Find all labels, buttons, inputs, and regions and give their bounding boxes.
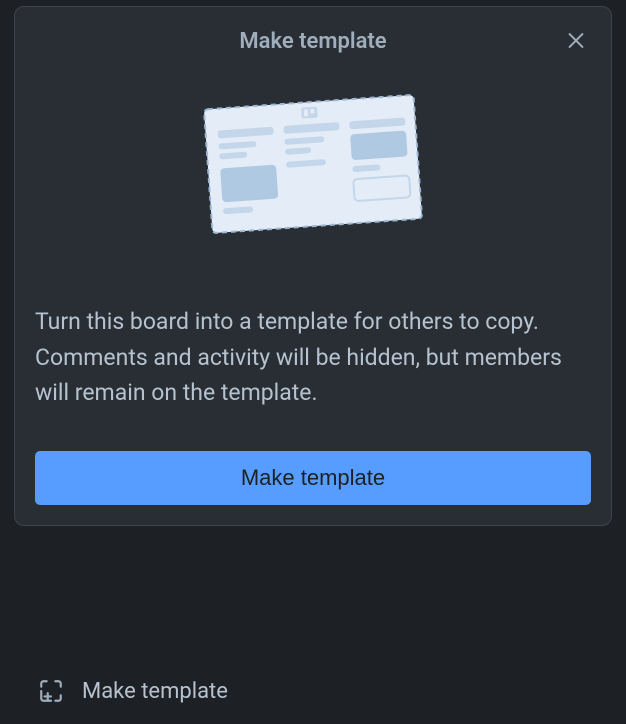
close-button[interactable] [561,25,591,58]
dialog-title: Make template [239,29,386,54]
dialog-description: Turn this board into a template for othe… [35,304,591,411]
menu-item-make-template[interactable]: Make template [38,678,228,704]
board-template-illustration [35,94,591,234]
make-template-dialog: Make template [14,6,612,526]
menu-item-label: Make template [82,679,228,704]
template-add-icon [38,678,64,704]
dialog-header: Make template [35,29,591,54]
close-icon [565,29,587,54]
make-template-button[interactable]: Make template [35,451,591,505]
